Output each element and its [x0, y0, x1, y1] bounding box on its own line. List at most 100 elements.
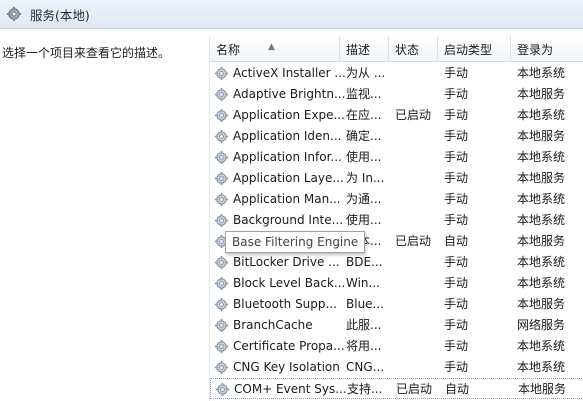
service-status: [395, 210, 443, 231]
service-gear-icon: [214, 171, 229, 186]
service-name: Application Expe...: [233, 108, 345, 122]
service-status: 已启动: [395, 108, 432, 122]
service-gear-icon: [215, 382, 230, 397]
table-row[interactable]: Adaptive Brightn... 监视... 手动 本地服务: [210, 84, 583, 105]
service-name-cell: Application Laye...: [214, 168, 346, 189]
table-row[interactable]: Certificate Propa... 将用... 手动 本地系统: [210, 336, 583, 357]
column-header-name[interactable]: 名称 ▲: [210, 36, 340, 62]
table-row[interactable]: ActiveX Installer ... 为从 ... 手动 本地系统: [210, 63, 583, 84]
service-name: CNG Key Isolation: [233, 360, 340, 374]
service-name-cell: Application Man...: [214, 189, 346, 210]
window-titlebar: 服务(本地): [0, 0, 583, 29]
table-row[interactable]: Block Level Back... Win... 手动 本地系统: [210, 273, 583, 294]
service-gear-icon: [214, 87, 229, 102]
table-header: 名称 ▲ 描述 状态 启动类型 登录为: [210, 36, 583, 62]
table-row[interactable]: COM+ Event Sys... 支持... 已启动 自动 本地服务: [210, 378, 583, 399]
table-row[interactable]: Application Expe... 在应... 已启动 手动 本地系统: [210, 105, 583, 126]
service-startup-type: 手动: [444, 129, 469, 143]
table-row[interactable]: BranchCache 此服... 手动 网络服务: [210, 315, 583, 336]
service-gear-icon: [214, 108, 229, 123]
service-startup-type: 手动: [444, 108, 469, 122]
service-startup-type: 自动: [445, 382, 470, 396]
service-startup-type: 手动: [444, 255, 469, 269]
service-name-cell: BitLocker Drive ...: [214, 252, 346, 273]
service-gear-icon: [214, 318, 229, 333]
table-row[interactable]: Background Inte... 使用... 手动 本地系统: [210, 210, 583, 231]
service-gear-icon: [214, 276, 229, 291]
service-logon-as: 本地服务: [517, 297, 566, 311]
service-name-cell: Certificate Propa...: [214, 336, 346, 357]
service-status: 已启动: [395, 234, 432, 248]
service-name: BranchCache: [233, 318, 313, 332]
service-startup-type: 手动: [444, 213, 469, 227]
service-logon-as: 本地系统: [517, 66, 566, 80]
table-row[interactable]: BitLocker Drive ... BDE... 手动 本地系统: [210, 252, 583, 273]
table-row[interactable]: Application Laye... 为 In... 手动 本地服务: [210, 168, 583, 189]
service-name: Certificate Propa...: [233, 339, 345, 353]
service-description: BDE...: [346, 255, 383, 269]
service-gear-icon: [214, 150, 229, 165]
service-name-cell: Application Iden...: [214, 126, 346, 147]
service-name: Application Laye...: [233, 171, 344, 185]
service-logon-as: 本地系统: [517, 360, 566, 374]
service-status: [395, 336, 443, 357]
column-header-startup-type[interactable]: 启动类型: [438, 36, 511, 62]
service-gear-icon: [214, 66, 229, 81]
service-logon-as: 本地服务: [517, 87, 566, 101]
service-startup-type: 手动: [444, 87, 469, 101]
service-status: [395, 189, 443, 210]
service-description: 支持...: [347, 382, 383, 396]
service-name: Background Inte...: [233, 213, 344, 227]
service-name: COM+ Event Sys...: [234, 382, 347, 396]
service-description: 在应...: [346, 108, 382, 122]
service-name-cell: Application Expe...: [214, 105, 346, 126]
service-name-cell: Adaptive Brightn...: [214, 84, 346, 105]
service-logon-as: 本地系统: [517, 108, 566, 122]
service-status: [395, 273, 443, 294]
table-row[interactable]: Application Man... 为通... 手动 本地系统: [210, 189, 583, 210]
service-startup-type: 手动: [444, 150, 469, 164]
service-description: 使用...: [346, 213, 382, 227]
window-title: 服务(本地): [30, 7, 90, 23]
service-startup-type: 手动: [444, 360, 469, 374]
service-name-cell: ActiveX Installer ...: [214, 63, 346, 84]
service-name-cell: Bluetooth Supp...: [214, 294, 346, 315]
service-description: 此服...: [346, 318, 382, 332]
service-status: [395, 84, 443, 105]
service-logon-as: 本地系统: [517, 192, 566, 206]
table-row[interactable]: CNG Key Isolation CNG... 手动 本地系统: [210, 357, 583, 378]
service-name: Bluetooth Supp...: [233, 297, 337, 311]
service-status: [395, 147, 443, 168]
service-logon-as: 本地系统: [517, 276, 566, 290]
service-name: Application Infor...: [233, 150, 342, 164]
service-name: Block Level Back...: [233, 276, 346, 290]
column-header-name-label: 名称: [216, 43, 241, 57]
service-description: 为 In...: [346, 171, 385, 185]
service-description: CNG...: [346, 360, 385, 374]
service-status: 已启动: [396, 382, 433, 396]
service-gear-icon: [214, 192, 229, 207]
service-name: ActiveX Installer ...: [233, 66, 346, 80]
service-name: Adaptive Brightn...: [233, 87, 346, 101]
service-gear-icon: [214, 297, 229, 312]
service-status: [395, 252, 443, 273]
service-gear-icon: [214, 339, 229, 354]
table-row[interactable]: Application Infor... 使用... 手动 本地系统: [210, 147, 583, 168]
service-description: 监视...: [346, 87, 382, 101]
service-startup-type: 手动: [444, 276, 469, 290]
service-gear-icon: [214, 213, 229, 228]
service-startup-type: 自动: [444, 234, 469, 248]
service-description: 为从 ...: [346, 66, 386, 80]
column-header-status[interactable]: 状态: [389, 36, 438, 62]
table-row[interactable]: Application Iden... 确定... 手动 本地服务: [210, 126, 583, 147]
service-name-cell: BranchCache: [214, 315, 346, 336]
services-gear-icon: [6, 6, 22, 22]
service-logon-as: 网络服务: [517, 318, 566, 332]
table-row[interactable]: Bluetooth Supp... Blue... 手动 本地服务: [210, 294, 583, 315]
service-name-cell: Application Infor...: [214, 147, 346, 168]
column-header-description[interactable]: 描述: [340, 36, 389, 62]
service-name: Application Iden...: [233, 129, 342, 143]
column-header-logon-as[interactable]: 登录为: [511, 36, 583, 62]
service-logon-as: 本地系统: [517, 150, 566, 164]
service-gear-icon: [214, 129, 229, 144]
